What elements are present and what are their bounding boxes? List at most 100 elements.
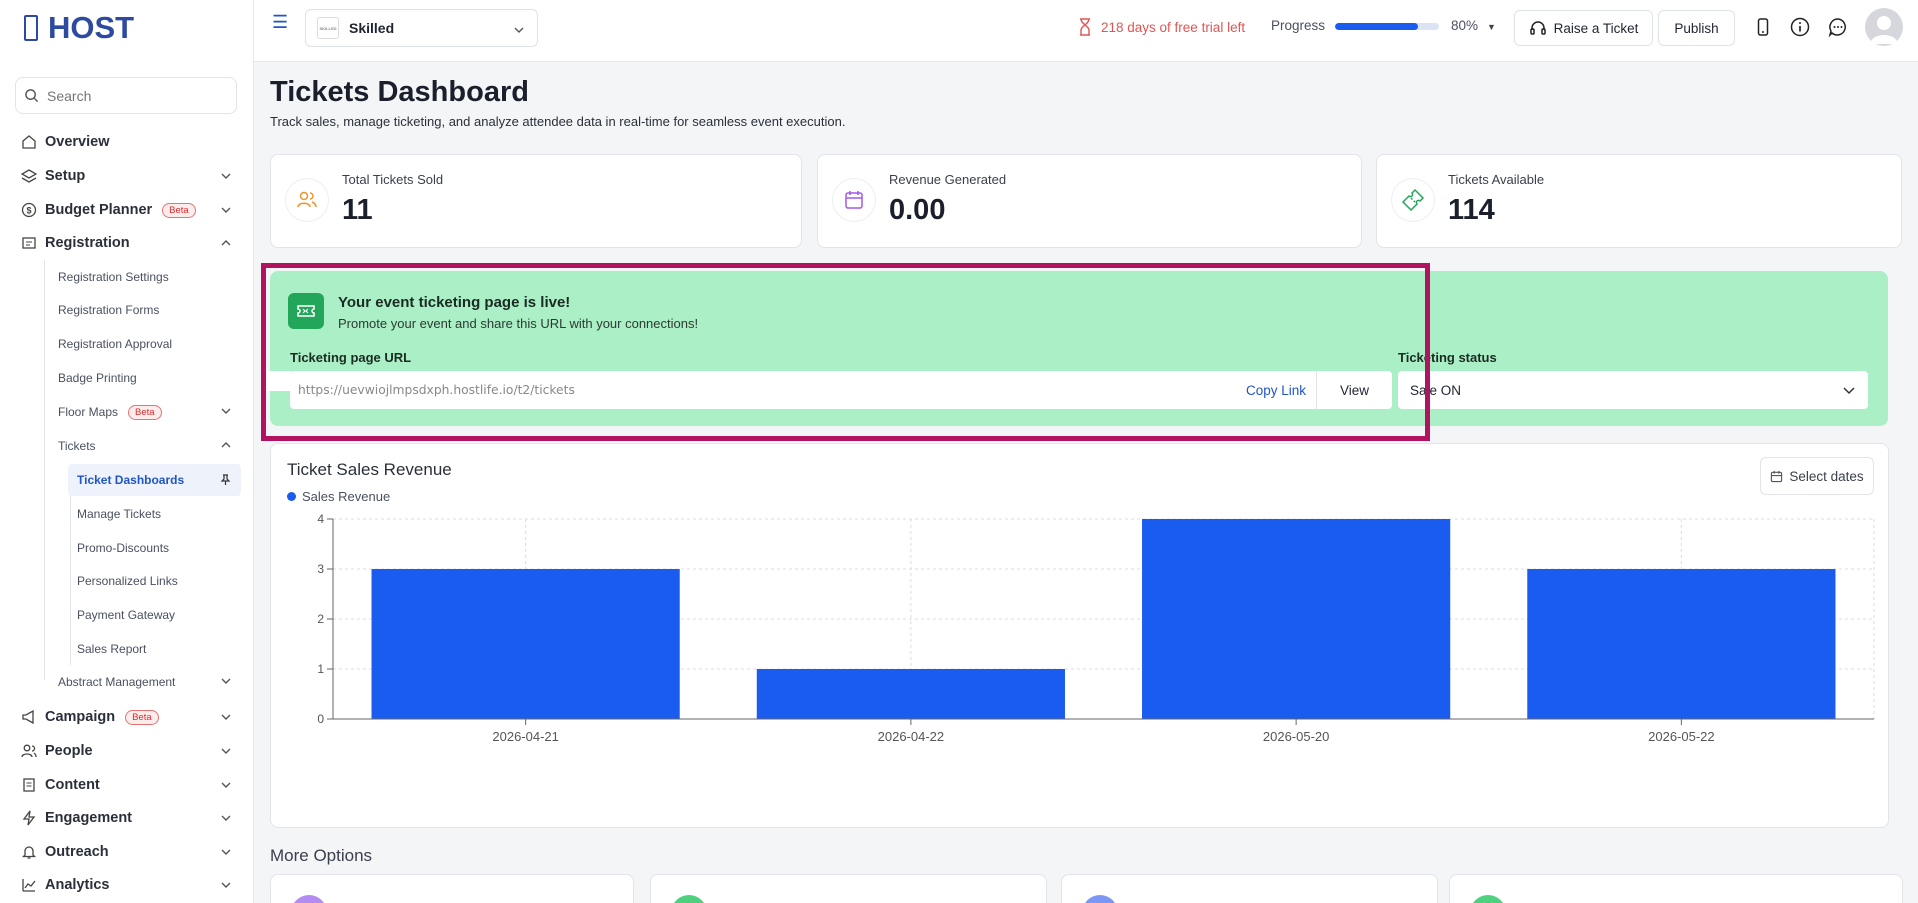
people-icon	[20, 742, 38, 760]
raise-ticket-button[interactable]: Raise a Ticket	[1514, 10, 1653, 46]
sidebar-item-tickets[interactable]: Tickets	[58, 431, 248, 461]
stat-label: Total Tickets Sold	[342, 172, 444, 187]
sidebar-item-outreach[interactable]: Outreach	[0, 835, 254, 869]
sidebar-item-people[interactable]: People	[0, 734, 254, 768]
sidebar-item-personalized-links[interactable]: Personalized Links	[68, 565, 241, 597]
chevron-down-icon	[221, 678, 231, 684]
bar	[1142, 519, 1451, 719]
y-tick-label: 3	[317, 562, 324, 576]
sidebar-item-label: Content	[45, 777, 100, 793]
svg-text:$: $	[26, 206, 31, 216]
sidebar-item-label: Personalized Links	[77, 574, 178, 588]
sidebar-item-content[interactable]: Content	[0, 768, 254, 802]
chevron-down-icon	[221, 714, 231, 720]
option-icon	[671, 895, 707, 903]
tree-line	[44, 260, 45, 680]
info-icon[interactable]	[1789, 16, 1811, 38]
bar	[1527, 569, 1836, 719]
trial-indicator[interactable]: 218 days of free trial left	[1077, 18, 1245, 36]
more-option-card[interactable]	[650, 874, 1047, 903]
sidebar-item-label: Registration Settings	[58, 270, 169, 284]
logo-text: HOST	[48, 10, 135, 45]
stat-card-revenue: Revenue Generated 0.00	[817, 154, 1362, 248]
layers-icon	[20, 167, 38, 185]
sidebar-item-engagement[interactable]: Engagement	[0, 801, 254, 835]
stat-value: 11	[342, 194, 373, 226]
url-label: Ticketing page URL	[290, 350, 412, 365]
sidebar-item-ticket-dashboards[interactable]: Ticket Dashboards	[68, 464, 241, 496]
megaphone-icon	[20, 708, 38, 726]
event-thumbnail: SKILLED	[317, 17, 339, 39]
chevron-down-icon	[221, 748, 231, 754]
more-option-card[interactable]	[1449, 874, 1903, 903]
registration-icon	[20, 234, 38, 252]
stat-label: Tickets Available	[1448, 172, 1545, 187]
copy-link-button[interactable]: Copy Link	[1236, 383, 1316, 398]
y-tick-label: 1	[317, 662, 324, 676]
logo[interactable]: HOST	[24, 8, 134, 48]
analytics-icon	[20, 876, 38, 894]
calendar-icon	[832, 178, 876, 222]
sidebar-item-label: Badge Printing	[58, 371, 137, 385]
sidebar-item-floor-maps[interactable]: Floor Maps Beta	[58, 397, 248, 427]
sidebar-item-label: Sales Report	[77, 642, 147, 656]
menu-icon[interactable]: ☰	[272, 12, 288, 33]
sidebar-item-campaign[interactable]: Campaign Beta	[0, 700, 254, 734]
sidebar-item-registration-settings[interactable]: Registration Settings	[58, 262, 248, 292]
headset-icon	[1529, 21, 1546, 35]
sidebar-item-registration[interactable]: Registration	[0, 226, 254, 260]
progress-bar	[1335, 23, 1439, 30]
sidebar-item-payment-gateway[interactable]: Payment Gateway	[68, 599, 241, 631]
stat-card-tickets-available: Tickets Available 114	[1376, 154, 1902, 248]
sidebar-item-manage-tickets[interactable]: Manage Tickets	[68, 498, 241, 530]
topbar: ☰ SKILLED Skilled 218 days of free trial…	[254, 0, 1918, 62]
sidebar-item-label: Outreach	[45, 844, 109, 860]
publish-button[interactable]: Publish	[1658, 10, 1735, 46]
sidebar-item-promo-discounts[interactable]: Promo-Discounts	[68, 532, 241, 564]
page-title: Tickets Dashboard	[270, 76, 529, 108]
sidebar-item-analytics[interactable]: Analytics	[0, 868, 254, 902]
search-box[interactable]	[15, 77, 237, 114]
bar	[371, 569, 680, 719]
sidebar-item-setup[interactable]: Setup	[0, 159, 254, 193]
mobile-icon[interactable]	[1752, 16, 1774, 38]
chevron-down-icon	[1843, 387, 1855, 395]
bar	[756, 669, 1065, 719]
search-input[interactable]	[47, 87, 227, 104]
caret-down-icon[interactable]: ▼	[1487, 22, 1496, 32]
ticketing-status-select[interactable]: Sale ON	[1398, 371, 1868, 409]
more-option-card[interactable]	[1061, 874, 1438, 903]
sidebar-item-label: Tickets	[58, 439, 96, 453]
sidebar-item-label: Ticket Dashboards	[77, 473, 185, 487]
more-option-card[interactable]	[270, 874, 634, 903]
chevron-down-icon	[221, 408, 231, 414]
sidebar-item-abstract-management[interactable]: Abstract Management	[58, 667, 248, 697]
sidebar-item-badge-printing[interactable]: Badge Printing	[58, 363, 248, 393]
option-icon	[291, 895, 327, 903]
sidebar-item-label: Manage Tickets	[77, 507, 162, 521]
logo-mark-icon	[24, 15, 38, 41]
sales-revenue-card: Ticket Sales Revenue Sales Revenue Selec…	[270, 443, 1889, 828]
y-tick-label: 0	[317, 712, 324, 726]
option-icon	[1082, 895, 1118, 903]
pin-icon[interactable]	[220, 474, 231, 486]
sidebar-item-sales-report[interactable]: Sales Report	[68, 633, 241, 665]
document-icon	[20, 776, 38, 794]
sales-revenue-chart: 0 1 2 3 4 2026-04-21 2026-04-22 2026-05-20 2026-…	[317, 512, 1875, 744]
ticketing-url-field: https://uevwiojlmpsdxph.hostlife.io/t2/t…	[290, 371, 1392, 409]
stat-label: Revenue Generated	[889, 172, 1007, 187]
avatar[interactable]	[1865, 8, 1903, 46]
event-selector[interactable]: SKILLED Skilled	[305, 9, 538, 47]
sidebar-item-overview[interactable]: Overview	[0, 125, 254, 159]
chat-icon[interactable]	[1827, 16, 1849, 38]
sidebar-item-label: Floor Maps	[58, 405, 119, 419]
chevron-down-icon	[221, 782, 231, 788]
sidebar-item-registration-forms[interactable]: Registration Forms	[58, 295, 248, 325]
progress-fill	[1335, 23, 1419, 30]
sidebar-item-budget-planner[interactable]: $ Budget Planner Beta	[0, 193, 254, 227]
sidebar-item-label: Overview	[45, 134, 110, 150]
view-button[interactable]: View	[1316, 371, 1392, 409]
sidebar-item-registration-approval[interactable]: Registration Approval	[58, 329, 248, 359]
chevron-down-icon	[221, 849, 231, 855]
ticketing-url[interactable]: https://uevwiojlmpsdxph.hostlife.io/t2/t…	[290, 383, 1236, 397]
